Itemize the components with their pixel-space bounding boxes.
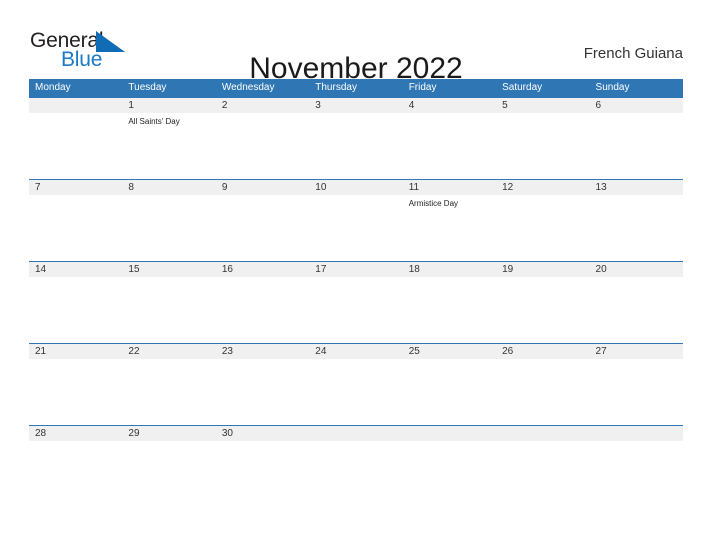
day-number[interactable] <box>403 426 496 441</box>
day-cell[interactable] <box>29 359 122 425</box>
weekday-header-sunday: Sunday <box>595 82 630 93</box>
week-event-band <box>29 359 683 425</box>
day-cell[interactable]: Armistice Day <box>403 195 496 261</box>
page-header: General Blue November 2022 French Guiana <box>0 0 712 86</box>
day-number[interactable]: 4 <box>403 98 496 113</box>
day-number[interactable]: 17 <box>309 262 402 277</box>
day-number[interactable]: 16 <box>216 262 309 277</box>
day-cell[interactable] <box>590 277 683 343</box>
weekday-header-friday: Friday <box>408 82 437 93</box>
event-label: Armistice Day <box>408 199 459 208</box>
calendar-week-row: 21 22 23 24 25 26 27 <box>29 343 683 425</box>
calendar-week-row: 1 2 3 4 5 6 All Saints' Day <box>29 97 683 179</box>
weekday-header-wednesday: Wednesday <box>221 82 275 93</box>
day-cell[interactable] <box>216 441 309 507</box>
weekday-header-tuesday: Tuesday <box>128 82 167 93</box>
day-number[interactable] <box>309 426 402 441</box>
day-number[interactable]: 5 <box>496 98 589 113</box>
calendar-week-row: 14 15 16 17 18 19 20 <box>29 261 683 343</box>
day-cell[interactable] <box>590 359 683 425</box>
day-cell[interactable] <box>403 441 496 507</box>
day-number[interactable]: 30 <box>216 426 309 441</box>
day-cell[interactable] <box>29 441 122 507</box>
day-number[interactable]: 18 <box>403 262 496 277</box>
day-cell[interactable] <box>496 441 589 507</box>
day-number[interactable]: 12 <box>496 180 589 195</box>
day-number[interactable]: 2 <box>216 98 309 113</box>
day-cell[interactable] <box>309 359 402 425</box>
day-cell[interactable] <box>216 277 309 343</box>
day-cell[interactable] <box>122 441 215 507</box>
day-cell[interactable] <box>590 441 683 507</box>
day-cell[interactable] <box>29 277 122 343</box>
day-cell[interactable] <box>216 195 309 261</box>
event-label: All Saints' Day <box>128 117 180 126</box>
day-number[interactable]: 27 <box>590 344 683 359</box>
day-number[interactable]: 28 <box>29 426 122 441</box>
day-number[interactable]: 24 <box>309 344 402 359</box>
week-date-band: 28 29 30 <box>29 425 683 441</box>
week-event-band <box>29 441 683 507</box>
day-number[interactable]: 1 <box>122 98 215 113</box>
day-number[interactable]: 9 <box>216 180 309 195</box>
day-number[interactable]: 26 <box>496 344 589 359</box>
day-number[interactable]: 15 <box>122 262 215 277</box>
day-cell[interactable]: All Saints' Day <box>122 113 215 179</box>
day-cell[interactable] <box>403 277 496 343</box>
day-number[interactable]: 10 <box>309 180 402 195</box>
country-label: French Guiana <box>583 45 683 62</box>
day-cell[interactable] <box>309 277 402 343</box>
day-number[interactable]: 11 <box>403 180 496 195</box>
day-cell[interactable] <box>496 195 589 261</box>
week-date-band: 1 2 3 4 5 6 <box>29 97 683 113</box>
calendar-week-row: 28 29 30 <box>29 425 683 507</box>
day-number[interactable]: 22 <box>122 344 215 359</box>
day-cell[interactable] <box>309 195 402 261</box>
day-cell[interactable] <box>216 113 309 179</box>
day-cell[interactable] <box>122 359 215 425</box>
day-number[interactable]: 21 <box>29 344 122 359</box>
calendar-grid: Monday Tuesday Wednesday Thursday Friday… <box>29 79 683 507</box>
week-event-band <box>29 277 683 343</box>
day-cell[interactable] <box>590 195 683 261</box>
week-event-band: Armistice Day <box>29 195 683 261</box>
week-date-band: 21 22 23 24 25 26 27 <box>29 343 683 359</box>
day-cell[interactable] <box>403 359 496 425</box>
day-cell[interactable] <box>29 195 122 261</box>
day-number[interactable]: 25 <box>403 344 496 359</box>
day-number[interactable]: 23 <box>216 344 309 359</box>
day-cell[interactable] <box>216 359 309 425</box>
day-number[interactable] <box>496 426 589 441</box>
calendar-week-row: 7 8 9 10 11 12 13 Armistice Day <box>29 179 683 261</box>
day-number[interactable]: 6 <box>590 98 683 113</box>
day-number[interactable]: 29 <box>122 426 215 441</box>
week-date-band: 14 15 16 17 18 19 20 <box>29 261 683 277</box>
day-number[interactable]: 7 <box>29 180 122 195</box>
day-number[interactable]: 14 <box>29 262 122 277</box>
weekday-header-monday: Monday <box>35 82 71 93</box>
day-cell[interactable] <box>496 277 589 343</box>
day-cell[interactable] <box>590 113 683 179</box>
day-cell[interactable] <box>122 277 215 343</box>
day-number[interactable] <box>590 426 683 441</box>
day-number[interactable]: 20 <box>590 262 683 277</box>
day-cell[interactable] <box>309 441 402 507</box>
week-event-band: All Saints' Day <box>29 113 683 179</box>
day-cell[interactable] <box>496 359 589 425</box>
day-cell[interactable] <box>403 113 496 179</box>
day-number[interactable]: 19 <box>496 262 589 277</box>
weekday-header-thursday: Thursday <box>315 82 357 93</box>
weekday-header-row: Monday Tuesday Wednesday Thursday Friday… <box>29 79 683 97</box>
day-number[interactable]: 8 <box>122 180 215 195</box>
day-cell[interactable] <box>496 113 589 179</box>
day-cell[interactable] <box>29 113 122 179</box>
day-cell[interactable] <box>122 195 215 261</box>
day-number[interactable] <box>29 98 122 113</box>
day-number[interactable]: 3 <box>309 98 402 113</box>
day-cell[interactable] <box>309 113 402 179</box>
week-date-band: 7 8 9 10 11 12 13 <box>29 179 683 195</box>
weekday-header-saturday: Saturday <box>502 82 543 93</box>
day-number[interactable]: 13 <box>590 180 683 195</box>
